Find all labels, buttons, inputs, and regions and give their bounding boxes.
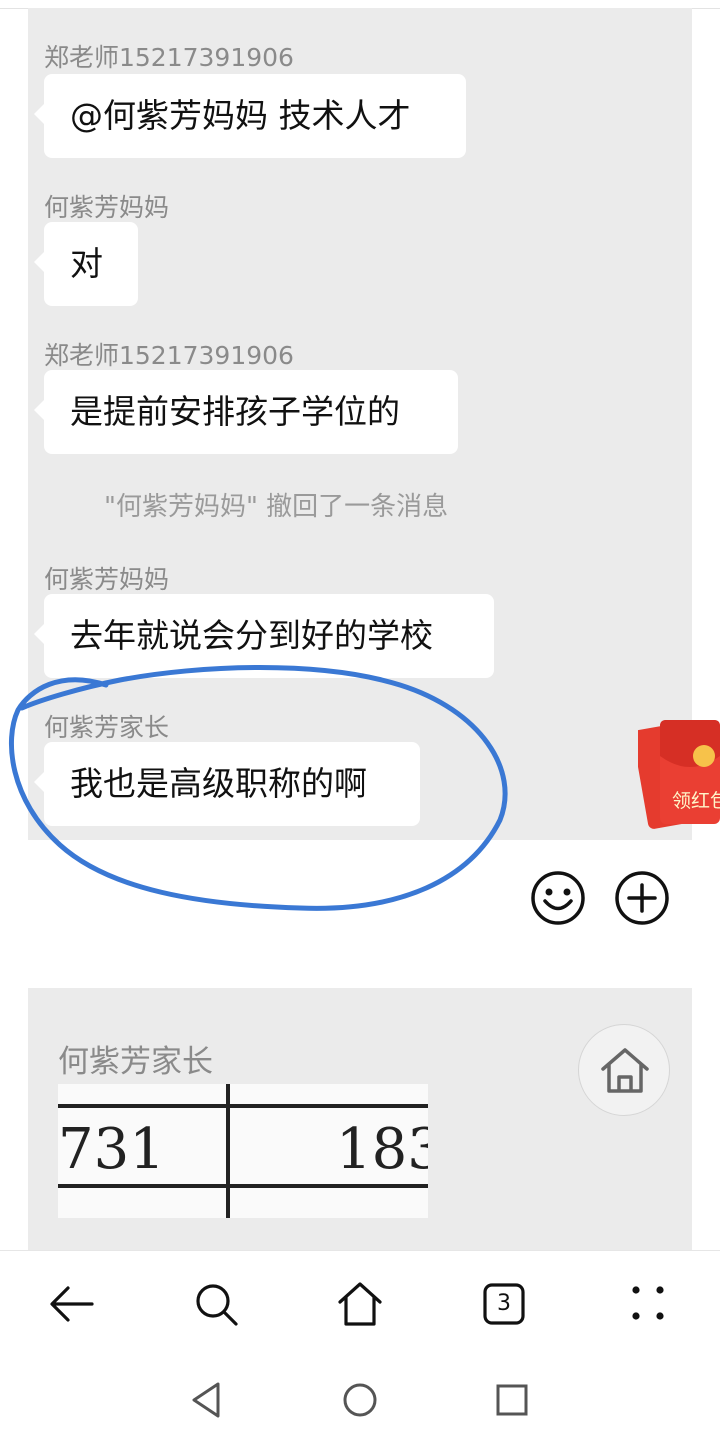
recall-notice: "何紫芳妈妈" 撤回了一条消息	[104, 492, 449, 522]
more-button[interactable]	[624, 1280, 672, 1328]
home-icon	[338, 1282, 382, 1326]
emoji-button[interactable]	[530, 870, 586, 926]
tabs-count: 3	[497, 1291, 511, 1316]
floating-home-button[interactable]	[578, 1024, 670, 1116]
circle-home-icon	[343, 1383, 377, 1417]
red-packet-icon	[632, 720, 720, 829]
message-sender: 郑老师15217391906	[44, 43, 294, 72]
second-message-sender: 何紫芳家长	[58, 1044, 213, 1080]
search-icon	[196, 1284, 238, 1326]
message-bubble[interactable]: 去年就说会分到好的学校	[34, 594, 494, 678]
message-bubble[interactable]: 对	[34, 222, 138, 306]
more-dots-icon	[632, 1286, 664, 1320]
home-icon	[601, 1048, 649, 1093]
message-sender: 郑老师15217391906	[44, 341, 294, 370]
tabs-button[interactable]: 3	[480, 1280, 528, 1328]
search-button[interactable]	[192, 1280, 240, 1328]
red-packet-label: 领红包	[672, 790, 720, 812]
table-image[interactable]: 731 183	[58, 1084, 428, 1218]
composer-row	[28, 840, 692, 928]
system-home-button[interactable]	[340, 1380, 380, 1420]
system-back-button[interactable]	[186, 1380, 226, 1420]
red-packet-button[interactable]: 领红包	[632, 716, 720, 832]
message-sender: 何紫芳妈妈	[44, 193, 170, 222]
back-arrow-icon	[50, 1286, 94, 1322]
plus-icon	[615, 871, 669, 925]
message-bubble[interactable]: 我也是高级职称的啊	[34, 742, 420, 826]
system-recents-button[interactable]	[492, 1380, 532, 1420]
back-button[interactable]	[48, 1280, 96, 1328]
message-sender: 何紫芳家长	[44, 713, 170, 742]
message-sender: 何紫芳妈妈	[44, 565, 170, 594]
table-cell: 731	[58, 1117, 165, 1182]
home-button[interactable]	[336, 1280, 384, 1328]
message-input[interactable]	[28, 858, 508, 928]
message-bubble[interactable]: @何紫芳妈妈 技术人才	[34, 74, 466, 158]
table-cell: 183	[336, 1117, 428, 1182]
smiley-icon	[531, 871, 585, 925]
square-recents-icon	[496, 1384, 528, 1416]
triangle-back-icon	[192, 1382, 220, 1418]
plus-button[interactable]	[614, 870, 670, 926]
message-bubble[interactable]: 是提前安排孩子学位的	[34, 370, 458, 454]
